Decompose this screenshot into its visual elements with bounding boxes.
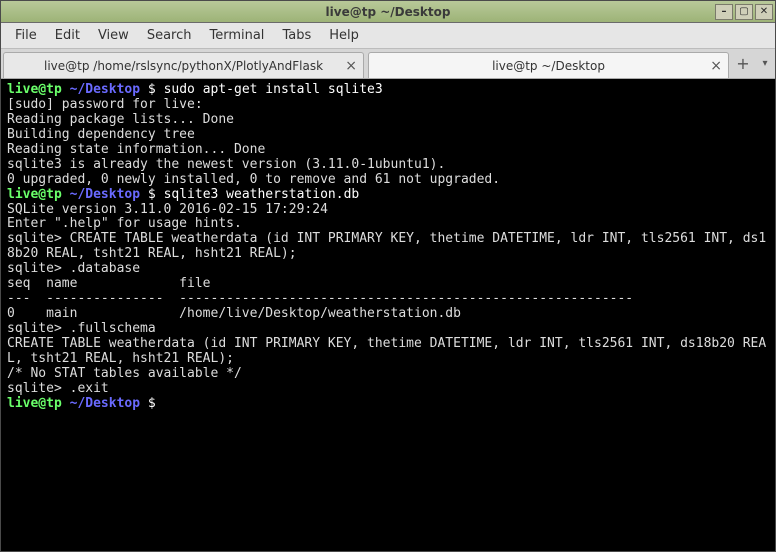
window-title: live@tp ~/Desktop xyxy=(1,5,775,19)
prompt-symbol: $ xyxy=(148,187,156,202)
command-2: sqlite3 weatherstation.db xyxy=(164,187,360,202)
tab-menu-button[interactable]: ▾ xyxy=(755,49,775,78)
output-2: SQLite version 3.11.0 2016-02-15 17:29:2… xyxy=(7,202,766,396)
menu-view[interactable]: View xyxy=(90,25,137,46)
menu-tabs[interactable]: Tabs xyxy=(274,25,319,46)
command-1: sudo apt-get install sqlite3 xyxy=(164,82,383,97)
terminal-window: live@tp ~/Desktop – ▢ ✕ File Edit View S… xyxy=(0,0,776,552)
tab-2-label: live@tp ~/Desktop xyxy=(492,59,605,73)
prompt-user: live@tp xyxy=(7,82,62,97)
window-controls: – ▢ ✕ xyxy=(715,4,773,20)
tab-1-label: live@tp /home/rslsync/pythonX/PlotlyAndF… xyxy=(44,59,323,73)
menu-edit[interactable]: Edit xyxy=(47,25,88,46)
menubar: File Edit View Search Terminal Tabs Help xyxy=(1,23,775,49)
tab-1[interactable]: live@tp /home/rslsync/pythonX/PlotlyAndF… xyxy=(3,52,364,78)
close-button[interactable]: ✕ xyxy=(755,4,773,20)
titlebar[interactable]: live@tp ~/Desktop – ▢ ✕ xyxy=(1,1,775,23)
tab-1-close-icon[interactable]: × xyxy=(345,58,357,74)
menu-file[interactable]: File xyxy=(7,25,45,46)
prompt-path: ~/Desktop xyxy=(70,82,140,97)
tab-2[interactable]: live@tp ~/Desktop × xyxy=(368,52,729,78)
output-1: [sudo] password for live: Reading packag… xyxy=(7,97,500,187)
prompt-user: live@tp xyxy=(7,187,62,202)
prompt-path: ~/Desktop xyxy=(70,187,140,202)
menu-search[interactable]: Search xyxy=(139,25,200,46)
prompt-symbol: $ xyxy=(148,396,156,411)
terminal-output[interactable]: live@tp ~/Desktop $ sudo apt-get install… xyxy=(1,79,775,551)
menu-help[interactable]: Help xyxy=(321,25,367,46)
new-tab-button[interactable]: + xyxy=(731,49,755,78)
prompt-symbol: $ xyxy=(148,82,156,97)
tabbar: live@tp /home/rslsync/pythonX/PlotlyAndF… xyxy=(1,49,775,79)
minimize-button[interactable]: – xyxy=(715,4,733,20)
prompt-path: ~/Desktop xyxy=(70,396,140,411)
maximize-button[interactable]: ▢ xyxy=(735,4,753,20)
menu-terminal[interactable]: Terminal xyxy=(201,25,272,46)
prompt-user: live@tp xyxy=(7,396,62,411)
tab-2-close-icon[interactable]: × xyxy=(710,58,722,74)
